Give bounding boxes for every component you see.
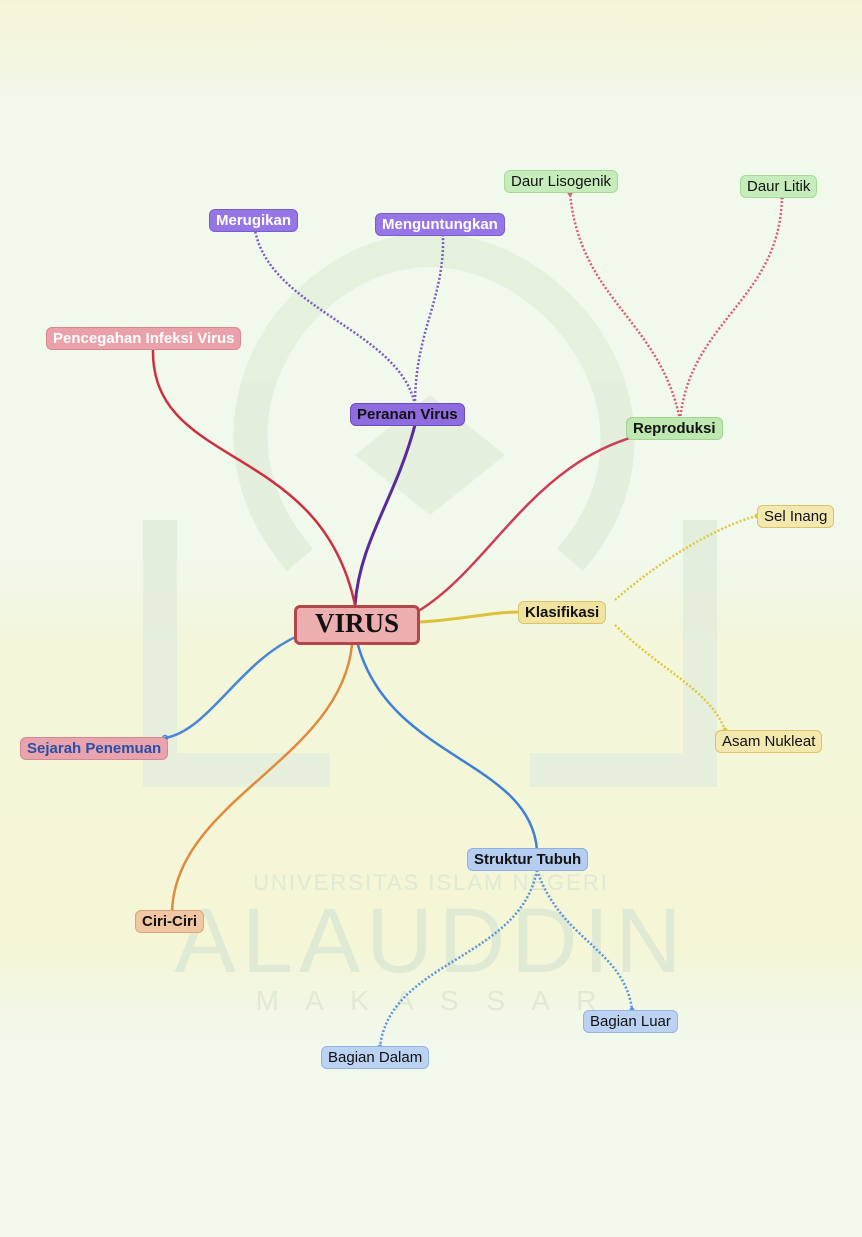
edge-klasifikasi-asam <box>614 624 727 731</box>
node-struktur-tubuh[interactable]: Struktur Tubuh <box>467 848 589 871</box>
node-peranan-virus[interactable]: Peranan Virus <box>350 403 465 426</box>
node-merugikan[interactable]: Merugikan <box>209 209 299 232</box>
edge-root-struktur <box>356 643 539 852</box>
edge-root-klasifikasi <box>418 610 522 624</box>
node-daur-lisogenik[interactable]: Daur Lisogenik <box>504 170 619 193</box>
edge-root-sejarah <box>163 633 302 740</box>
node-pencegahan[interactable]: Pencegahan Infeksi Virus <box>46 327 242 350</box>
edge-struktur-dalam <box>378 869 539 1048</box>
node-sel-inang[interactable]: Sel Inang <box>757 505 835 528</box>
edge-struktur-luar <box>535 869 634 1011</box>
node-sejarah-penemuan[interactable]: Sejarah Penemuan <box>20 737 169 760</box>
edge-reproduksi-litik <box>678 196 784 421</box>
mindmap-canvas: UNIVERSITAS ISLAM NEGERI ALAUDDIN M A K … <box>0 0 862 1237</box>
edge-root-reproduksi <box>418 426 682 612</box>
edge-reproduksi-lisogenik <box>568 192 682 421</box>
edge-peranan-merugikan <box>253 229 417 406</box>
node-klasifikasi[interactable]: Klasifikasi <box>518 601 607 624</box>
connectors <box>151 190 785 1050</box>
node-bagian-luar[interactable]: Bagian Luar <box>583 1010 678 1033</box>
node-reproduksi[interactable]: Reproduksi <box>626 417 723 440</box>
root-node[interactable]: VIRUS <box>294 605 420 645</box>
node-menguntungkan[interactable]: Menguntungkan <box>375 213 505 236</box>
edge-klasifikasi-selinang <box>614 514 758 601</box>
edge-root-ciri <box>170 643 354 914</box>
node-daur-litik[interactable]: Daur Litik <box>740 175 818 198</box>
node-ciri-ciri[interactable]: Ciri-Ciri <box>135 910 205 933</box>
node-asam-nukleat[interactable]: Asam Nukleat <box>715 730 823 753</box>
edge-root-pencegahan <box>151 346 357 607</box>
edge-root-peranan <box>353 423 417 607</box>
node-bagian-dalam[interactable]: Bagian Dalam <box>321 1046 430 1069</box>
edge-peranan-menguntungkan <box>413 233 445 406</box>
